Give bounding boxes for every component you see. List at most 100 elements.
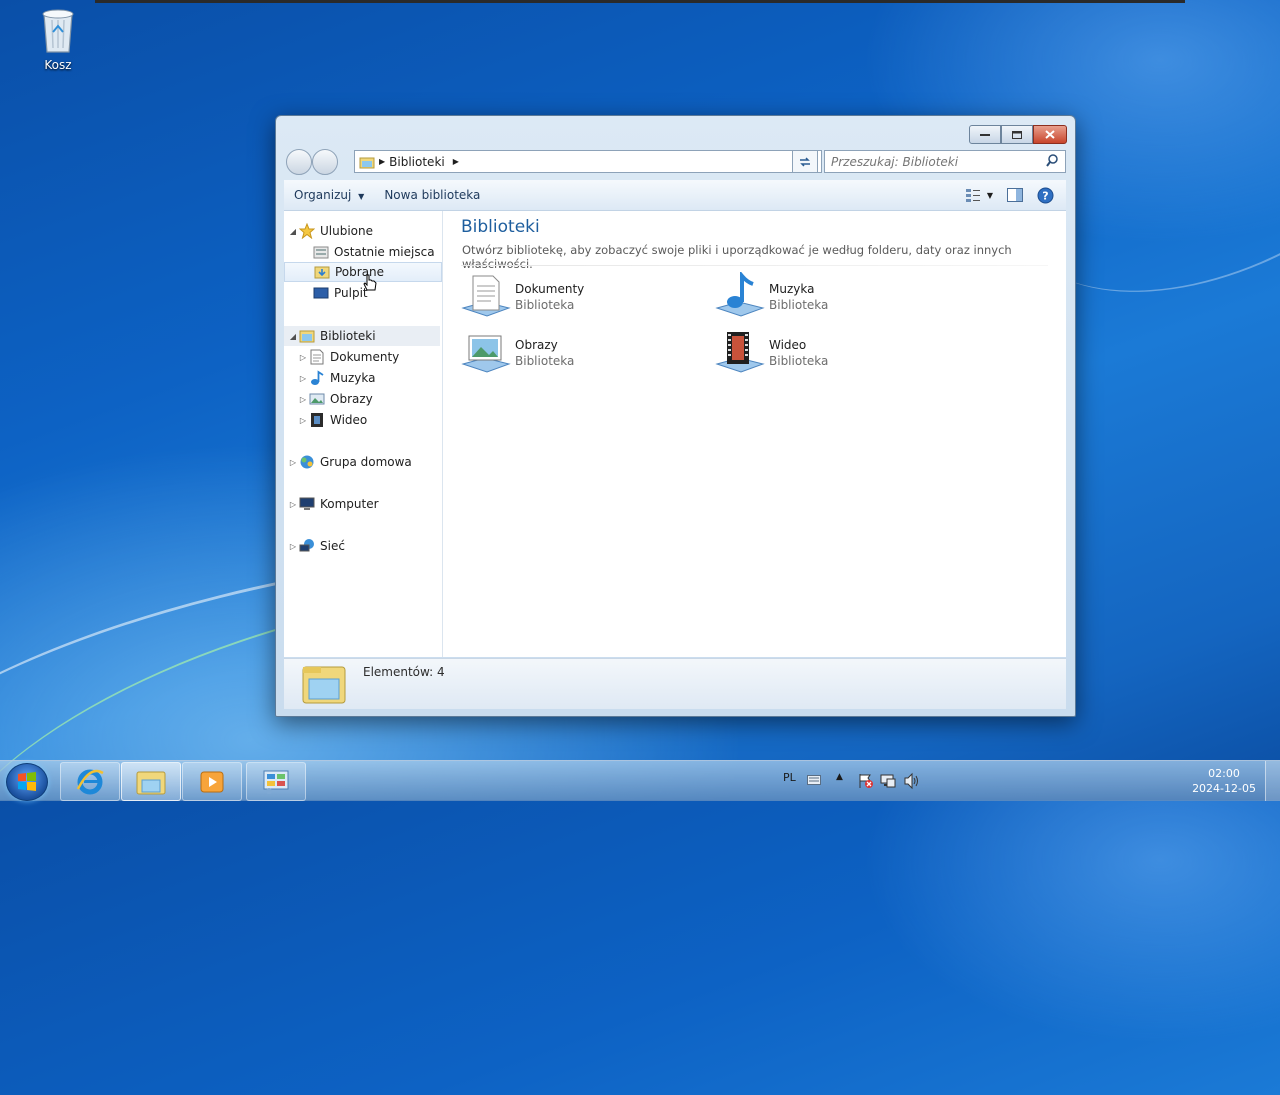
nav-computer[interactable]: ▷ Komputer <box>284 494 440 514</box>
refresh-button[interactable] <box>792 150 818 173</box>
refresh-icon <box>800 156 810 167</box>
library-tile-pictures[interactable]: Obrazy Biblioteka <box>461 328 701 380</box>
breadcrumb-libraries[interactable]: Biblioteki <box>389 155 445 169</box>
expand-arrow-icon[interactable]: ▷ <box>298 353 308 362</box>
item-count: Elementów: 4 <box>363 665 445 679</box>
maximize-button[interactable] <box>1001 125 1033 144</box>
nav-label: Grupa domowa <box>320 455 412 469</box>
library-tile-videos[interactable]: Wideo Biblioteka <box>715 328 955 380</box>
address-bar[interactable]: ▶ Biblioteki ▶ ▼ <box>354 150 822 173</box>
expand-arrow-icon[interactable]: ◢ <box>288 227 298 236</box>
show-hidden-icons-icon[interactable]: ▲ <box>836 772 843 782</box>
change-view-button[interactable]: ▼ <box>965 188 993 202</box>
taskbar-media-player[interactable] <box>182 762 242 801</box>
library-name: Obrazy <box>515 338 558 352</box>
new-library-button[interactable]: Nowa biblioteka <box>374 188 490 202</box>
nav-label: Sieć <box>320 539 345 553</box>
taskbar-internet-explorer[interactable] <box>60 762 120 801</box>
nav-label: Biblioteki <box>320 329 376 343</box>
keyboard-icon[interactable] <box>807 775 821 785</box>
recycle-bin-label: Kosz <box>44 58 72 72</box>
divider <box>461 265 1048 266</box>
recycle-bin-shortcut[interactable]: Kosz <box>28 6 88 72</box>
library-type: Biblioteka <box>769 298 829 312</box>
expand-arrow-icon[interactable]: ▷ <box>288 458 298 467</box>
content-area: ◢ Ulubione Ostatnie miejsca Pobrane Pulp… <box>284 211 1066 657</box>
nav-pictures[interactable]: ▷ Obrazy <box>284 389 440 409</box>
close-icon <box>1045 130 1055 139</box>
nav-documents[interactable]: ▷ Dokumenty <box>284 347 440 367</box>
nav-label: Komputer <box>320 497 379 511</box>
organize-menu-button[interactable]: Organizuj ▼ <box>284 188 374 202</box>
network-status-icon[interactable] <box>880 773 896 789</box>
expand-arrow-icon[interactable]: ◢ <box>288 332 298 341</box>
explorer-window: ▶ Biblioteki ▶ ▼ Organizuj ▼ Nowa biblio… <box>275 115 1076 717</box>
library-type: Biblioteka <box>515 354 575 368</box>
windows-logo-icon <box>18 772 36 791</box>
expand-arrow-icon[interactable]: ▷ <box>298 374 308 383</box>
back-button[interactable] <box>286 149 312 175</box>
taskbar: PL ▲ 02:00 2024-12-05 <box>0 760 1280 801</box>
taskbar-windows-explorer[interactable] <box>121 762 181 801</box>
expand-arrow-icon[interactable]: ▷ <box>288 542 298 551</box>
internet-explorer-icon <box>76 769 104 794</box>
breadcrumb-arrow-icon: ▶ <box>379 157 386 166</box>
documents-library-icon <box>461 275 511 317</box>
clock[interactable]: 02:00 2024-12-05 <box>1192 766 1256 796</box>
control-panel-icon <box>263 770 289 794</box>
chevron-down-icon: ▼ <box>358 192 365 201</box>
nav-label: Muzyka <box>330 371 376 385</box>
volume-icon[interactable] <box>903 772 921 790</box>
preview-pane-icon[interactable] <box>1007 188 1023 202</box>
windows-explorer-icon <box>136 771 166 794</box>
action-center-flag-icon[interactable] <box>858 773 874 789</box>
library-tile-music[interactable]: Muzyka Biblioteka <box>715 272 955 324</box>
nav-homegroup[interactable]: ▷ Grupa domowa <box>284 452 440 472</box>
page-title: Biblioteki <box>461 217 540 237</box>
nav-desktop[interactable]: Pulpit <box>284 283 440 303</box>
expand-arrow-icon[interactable]: ▷ <box>298 395 308 404</box>
taskbar-control-panel[interactable] <box>246 762 306 801</box>
search-input[interactable] <box>825 151 1043 172</box>
recycle-bin-icon <box>42 9 74 53</box>
pictures-library-icon <box>461 335 511 373</box>
videos-icon <box>308 412 326 428</box>
new-library-label: Nowa biblioteka <box>384 188 481 202</box>
chevron-down-icon: ▼ <box>986 190 993 200</box>
nav-label: Obrazy <box>330 392 373 406</box>
libraries-folder-large-icon <box>302 666 346 704</box>
help-icon[interactable]: ? <box>1037 187 1054 204</box>
nav-label: Wideo <box>330 413 368 427</box>
minimize-button[interactable] <box>969 125 1001 144</box>
show-desktop-button[interactable] <box>1265 761 1280 801</box>
library-type: Biblioteka <box>515 298 575 312</box>
organize-label: Organizuj <box>294 188 352 202</box>
nav-network[interactable]: ▷ Sieć <box>284 536 440 556</box>
nav-music[interactable]: ▷ Muzyka <box>284 368 440 388</box>
search-icon[interactable] <box>1046 154 1059 167</box>
language-indicator[interactable]: PL <box>783 771 796 784</box>
videos-library-icon <box>715 332 765 373</box>
nav-recent-places[interactable]: Ostatnie miejsca <box>284 242 440 262</box>
libraries-folder-icon <box>298 328 316 344</box>
window-controls <box>969 125 1067 144</box>
library-name: Wideo <box>769 338 807 352</box>
breadcrumb-arrow-icon[interactable]: ▶ <box>453 157 459 166</box>
minimize-icon <box>980 133 990 136</box>
documents-icon <box>308 349 326 365</box>
close-button[interactable] <box>1033 125 1067 144</box>
nav-favorites[interactable]: ◢ Ulubione <box>284 221 440 241</box>
expand-arrow-icon[interactable]: ▷ <box>298 416 308 425</box>
expand-arrow-icon[interactable]: ▷ <box>288 500 298 509</box>
forward-button[interactable] <box>312 149 338 175</box>
nav-libraries[interactable]: ◢ Biblioteki <box>284 326 440 346</box>
music-icon <box>308 370 326 386</box>
nav-videos[interactable]: ▷ Wideo <box>284 410 440 430</box>
library-tile-documents[interactable]: Dokumenty Biblioteka <box>461 272 701 324</box>
page-description: Otwórz bibliotekę, aby zobaczyć swoje pl… <box>462 243 1012 271</box>
start-button[interactable] <box>6 763 48 801</box>
pictures-icon <box>308 391 326 407</box>
search-box[interactable] <box>824 150 1066 173</box>
svg-text:?: ? <box>1042 189 1048 202</box>
homegroup-icon <box>298 454 316 470</box>
